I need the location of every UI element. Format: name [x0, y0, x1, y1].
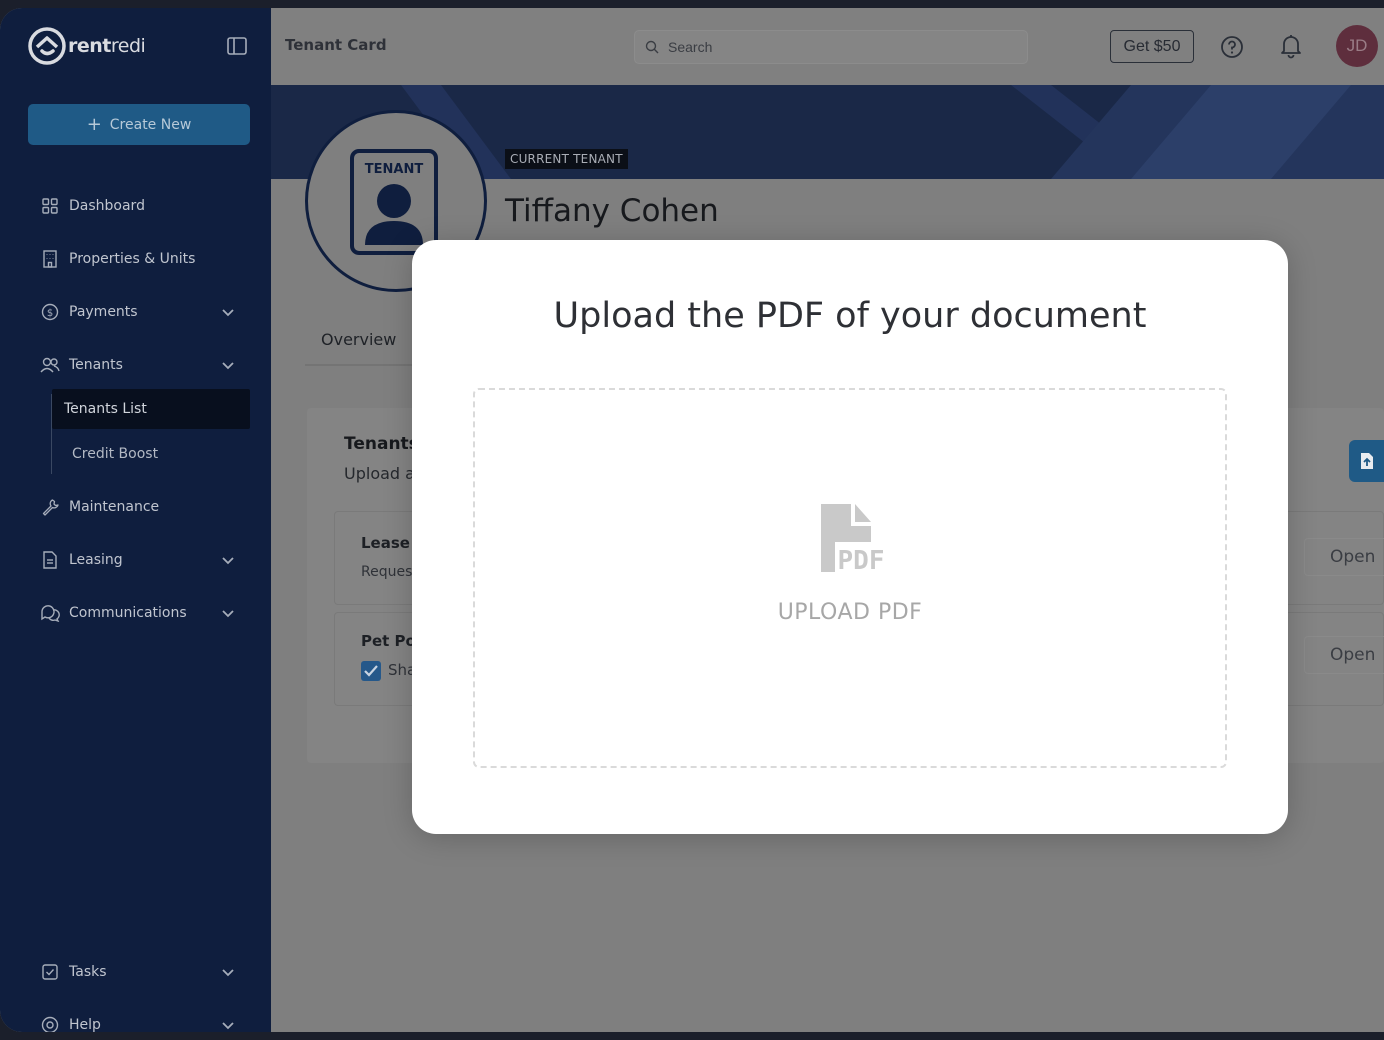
document-icon: [39, 549, 61, 571]
create-new-label: Create New: [109, 116, 192, 133]
sidebar-item-leasing[interactable]: Leasing: [28, 542, 250, 578]
sidebar-item-label: Dashboard: [69, 198, 145, 214]
tenant-icon-label: TENANT: [365, 162, 424, 177]
plus-icon: +: [86, 113, 102, 135]
dollar-circle-icon: $: [39, 301, 61, 323]
chevron-down-icon: [222, 557, 234, 565]
chevron-down-icon: [222, 969, 234, 977]
sidebar-item-label: Properties & Units: [69, 251, 196, 267]
chat-icon: [39, 602, 61, 624]
document-title: Lease: [361, 534, 410, 552]
avatar[interactable]: JD: [1336, 25, 1378, 67]
sidebar-item-credit-boost[interactable]: Credit Boost: [52, 434, 250, 474]
sidebar-item-label: Tenants: [69, 357, 123, 373]
tab-overview[interactable]: Overview: [321, 330, 396, 349]
open-button[interactable]: Open: [1304, 636, 1384, 674]
documents-subtitle: Upload a: [344, 464, 415, 483]
sidebar: rentredi + Create New Dashboard Properti…: [0, 8, 271, 1032]
sidebar-item-communications[interactable]: Communications: [28, 595, 250, 631]
chevron-down-icon: [222, 610, 234, 618]
users-icon: [39, 354, 61, 376]
modal-title: Upload the PDF of your document: [553, 296, 1147, 336]
chevron-down-icon: [222, 309, 234, 317]
lifebuoy-icon: [39, 1014, 61, 1032]
upload-pdf-label: UPLOAD PDF: [777, 600, 923, 625]
chevron-down-icon: [222, 1022, 234, 1030]
open-button[interactable]: Open: [1304, 538, 1384, 576]
sidebar-item-label: Payments: [69, 304, 138, 320]
create-new-button[interactable]: + Create New: [28, 104, 250, 145]
tenant-name: Tiffany Cohen: [505, 193, 719, 229]
tenant-badge-icon: TENANT: [350, 149, 438, 255]
upload-document-button[interactable]: [1349, 440, 1384, 482]
checkbox-icon: [39, 961, 61, 983]
search-bar[interactable]: [634, 30, 1028, 64]
topbar: Tenant Card Get $50 JD: [271, 8, 1384, 85]
document-subtitle: Reques: [361, 564, 413, 580]
logo-text: rentredi: [68, 35, 146, 57]
sidebar-item-payments[interactable]: $ Payments: [28, 294, 250, 330]
sidebar-item-label: Communications: [69, 605, 187, 621]
logo-icon: [28, 27, 66, 65]
get-50-button[interactable]: Get $50: [1110, 30, 1194, 63]
tab-underline: [305, 364, 415, 366]
sidebar-subitem-label: Credit Boost: [72, 446, 159, 462]
bell-icon[interactable]: [1278, 33, 1304, 59]
sidebar-item-help[interactable]: Help: [28, 1007, 250, 1032]
sidebar-item-maintenance[interactable]: Maintenance: [28, 489, 250, 525]
page-title: Tenant Card: [285, 36, 387, 54]
svg-text:$: $: [47, 308, 53, 319]
status-badge: CURRENT TENANT: [505, 149, 628, 169]
sidebar-item-dashboard[interactable]: Dashboard: [28, 188, 250, 224]
search-input[interactable]: [668, 39, 1008, 55]
search-icon: [645, 40, 659, 54]
pdf-dropzone[interactable]: PDF UPLOAD PDF: [473, 388, 1227, 768]
sidebar-item-label: Maintenance: [69, 499, 160, 515]
building-icon: [39, 248, 61, 270]
chevron-down-icon: [222, 362, 234, 370]
sidebar-item-tenants[interactable]: Tenants: [28, 347, 250, 383]
help-icon[interactable]: [1220, 35, 1244, 59]
sidebar-item-tenants-list[interactable]: Tenants List: [52, 389, 250, 429]
upload-pdf-modal: Upload the PDF of your document PDF UPLO…: [412, 240, 1288, 834]
wrench-icon: [39, 496, 61, 518]
share-checkbox[interactable]: [361, 661, 381, 681]
grid-icon: [39, 195, 61, 217]
document-title: Pet Po: [361, 632, 416, 650]
sidebar-collapse-icon[interactable]: [226, 35, 248, 57]
sidebar-item-label: Leasing: [69, 552, 123, 568]
sidebar-subitem-label: Tenants List: [64, 401, 147, 417]
pdf-icon-text: PDF: [838, 546, 885, 576]
documents-title: Tenants: [344, 434, 419, 454]
file-upload-icon: [1361, 453, 1373, 469]
check-icon: [364, 665, 378, 677]
pdf-file-icon: PDF: [821, 504, 887, 576]
sidebar-item-label: Tasks: [69, 964, 107, 980]
logo[interactable]: rentredi: [28, 27, 146, 65]
sidebar-item-tasks[interactable]: Tasks: [28, 954, 250, 990]
sidebar-item-properties[interactable]: Properties & Units: [28, 241, 250, 277]
sidebar-item-label: Help: [69, 1017, 101, 1032]
